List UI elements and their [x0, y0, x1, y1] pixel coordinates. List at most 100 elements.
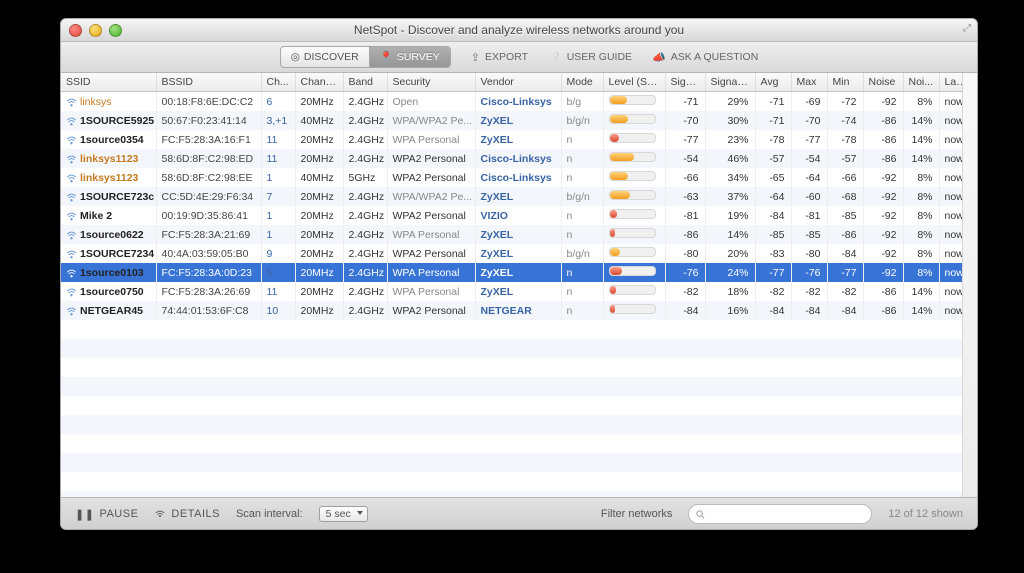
channel-width: 20MHz: [295, 149, 343, 168]
column-header[interactable]: Avg: [755, 73, 791, 92]
table-row[interactable]: 1SOURCE723440:4A:03:59:05:B0920MHz2.4GHz…: [61, 244, 962, 263]
table-row[interactable]: NETGEAR4574:44:01:53:6F:C81020MHz2.4GHzW…: [61, 301, 962, 320]
column-header[interactable]: Ch...: [261, 73, 295, 92]
column-header[interactable]: SSID: [61, 73, 156, 92]
column-header[interactable]: Chann...: [295, 73, 343, 92]
mode: n: [561, 282, 603, 301]
min: -66: [827, 168, 863, 187]
interval-select[interactable]: 5 sec: [319, 506, 368, 522]
max: -81: [791, 206, 827, 225]
table-row[interactable]: 1source0622FC:F5:28:3A:21:69120MHz2.4GHz…: [61, 225, 962, 244]
channel-width: 20MHz: [295, 206, 343, 225]
ssid: 1SOURCE5925: [80, 115, 154, 127]
noise: -86: [863, 130, 903, 149]
noise-pct: 14%: [903, 282, 939, 301]
mode: n: [561, 225, 603, 244]
min: -72: [827, 92, 863, 112]
channel: 11: [261, 282, 295, 301]
userguide-button[interactable]: ❔ USER GUIDE: [548, 51, 632, 64]
last-seen: now: [939, 168, 962, 187]
signal-pct: 18%: [705, 282, 755, 301]
mode: n: [561, 263, 603, 282]
table-row[interactable]: 1source0750FC:F5:28:3A:26:691120MHz2.4GH…: [61, 282, 962, 301]
channel-width: 20MHz: [295, 92, 343, 112]
column-header[interactable]: Max: [791, 73, 827, 92]
noise-pct: 8%: [903, 244, 939, 263]
ssid: linksys1123: [80, 172, 138, 184]
search-icon: [695, 509, 706, 520]
mode: b/g/n: [561, 187, 603, 206]
table-row[interactable]: linksys112358:6D:8F:C2:98:ED1120MHz2.4GH…: [61, 149, 962, 168]
table-row[interactable]: Mike 200:19:9D:35:86:41120MHz2.4GHzWPA2 …: [61, 206, 962, 225]
last-seen: now: [939, 282, 962, 301]
max: -60: [791, 187, 827, 206]
channel: 1: [261, 168, 295, 187]
noise: -92: [863, 168, 903, 187]
column-header[interactable]: Mode: [561, 73, 603, 92]
column-header[interactable]: Min: [827, 73, 863, 92]
discover-tab[interactable]: ◎ DISCOVER: [281, 47, 369, 67]
table-header[interactable]: SSIDBSSIDCh...Chann...BandSecurityVendor…: [61, 73, 962, 92]
noise: -86: [863, 149, 903, 168]
mode: n: [561, 301, 603, 320]
bssid: FC:F5:28:3A:16:F1: [156, 130, 261, 149]
min: -68: [827, 187, 863, 206]
fullscreen-icon[interactable]: ⤢: [963, 23, 971, 34]
column-header[interactable]: Signal %: [705, 73, 755, 92]
signal: -66: [665, 168, 705, 187]
column-header[interactable]: Noise: [863, 73, 903, 92]
bssid: 00:19:9D:35:86:41: [156, 206, 261, 225]
column-header[interactable]: BSSID: [156, 73, 261, 92]
level-bar: [603, 168, 665, 187]
vendor: VIZIO: [475, 206, 561, 225]
min: -74: [827, 111, 863, 130]
avg: -71: [755, 111, 791, 130]
wifi-icon: [66, 154, 76, 164]
table-row[interactable]: 1SOURCE592550:67:F0:23:41:143,+140MHz2.4…: [61, 111, 962, 130]
vendor: ZyXEL: [475, 244, 561, 263]
interval-label: Scan interval:: [236, 508, 303, 520]
channel: 1: [261, 225, 295, 244]
last-seen: now: [939, 130, 962, 149]
band: 2.4GHz: [343, 225, 387, 244]
column-header[interactable]: Signal: [665, 73, 705, 92]
max: -54: [791, 149, 827, 168]
pause-button[interactable]: ❚❚ PAUSE: [75, 508, 138, 521]
signal-pct: 34%: [705, 168, 755, 187]
window-title: NetSpot - Discover and analyze wireless …: [61, 23, 977, 37]
column-header[interactable]: Las...: [939, 73, 962, 92]
security: WPA2 Personal: [387, 301, 475, 320]
avg: -64: [755, 187, 791, 206]
band: 2.4GHz: [343, 282, 387, 301]
export-button[interactable]: ⇪ EXPORT: [471, 51, 528, 64]
level-bar: [603, 206, 665, 225]
noise: -92: [863, 225, 903, 244]
column-header[interactable]: Security: [387, 73, 475, 92]
table-row[interactable]: linksys112358:6D:8F:C2:98:EE140MHz5GHzWP…: [61, 168, 962, 187]
table-row[interactable]: 1source0354FC:F5:28:3A:16:F11120MHz2.4GH…: [61, 130, 962, 149]
details-button[interactable]: DETAILS: [154, 507, 220, 522]
column-header[interactable]: Band: [343, 73, 387, 92]
wifi-icon: [66, 287, 76, 297]
security: WPA/WPA2 Pe...: [387, 187, 475, 206]
noise: -86: [863, 111, 903, 130]
ask-button[interactable]: 📣 ASK A QUESTION: [652, 51, 758, 64]
column-header[interactable]: Vendor: [475, 73, 561, 92]
empty-row: [61, 339, 962, 358]
level-bar: [603, 130, 665, 149]
mode: n: [561, 149, 603, 168]
table-row[interactable]: linksys00:18:F8:6E:DC:C2620MHz2.4GHzOpen…: [61, 92, 962, 112]
table-row[interactable]: 1SOURCE723cCC:5D:4E:29:F6:34720MHz2.4GHz…: [61, 187, 962, 206]
column-header[interactable]: Noi...: [903, 73, 939, 92]
scrollbar[interactable]: [962, 73, 977, 497]
max: -82: [791, 282, 827, 301]
survey-tab[interactable]: 📍 SURVEY: [369, 47, 450, 67]
table-row[interactable]: 1source0103FC:F5:28:3A:0D:23620MHz2.4GHz…: [61, 263, 962, 282]
channel-width: 20MHz: [295, 282, 343, 301]
signal: -54: [665, 149, 705, 168]
channel-width: 20MHz: [295, 130, 343, 149]
column-header[interactable]: Level (SNR): [603, 73, 665, 92]
filter-input[interactable]: [688, 504, 872, 524]
ssid: 1source0622: [80, 229, 144, 241]
signal: -71: [665, 92, 705, 112]
